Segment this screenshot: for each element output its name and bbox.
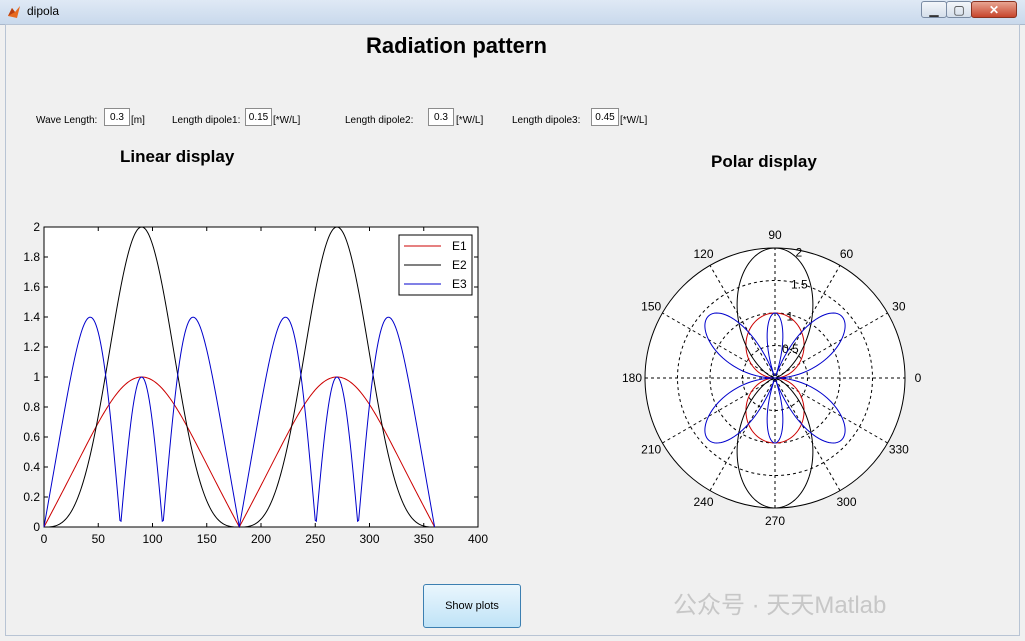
- close-icon: ✕: [988, 3, 1000, 17]
- dipole3-input[interactable]: [591, 108, 619, 126]
- dipole2-input[interactable]: [428, 108, 454, 126]
- dipole3-label: Length dipole3:: [512, 115, 581, 126]
- dipole1-label: Length dipole1:: [172, 115, 241, 126]
- polar-display-title: Polar display: [711, 152, 817, 171]
- wave-length-label: Wave Length:: [36, 115, 98, 126]
- window-titlebar: dipola ▁ ▢ ✕: [0, 0, 1025, 25]
- dipole2-unit: [*W/L]: [456, 115, 484, 126]
- dipole1-input[interactable]: [245, 108, 272, 126]
- show-plots-button[interactable]: Show plots: [423, 584, 521, 628]
- linear-display-title: Linear display: [120, 147, 235, 166]
- matlab-app-icon: [8, 6, 20, 18]
- dipole1-unit: [*W/L]: [273, 115, 301, 126]
- maximize-icon: ▢: [953, 3, 965, 17]
- close-button[interactable]: ✕: [971, 1, 1017, 18]
- minimize-icon: ▁: [929, 3, 939, 17]
- watermark: 公众号 · 天天Matlab: [673, 592, 887, 619]
- dipole2-label: Length dipole2:: [345, 115, 414, 126]
- maximize-button[interactable]: ▢: [946, 1, 972, 18]
- main-title: Radiation pattern: [366, 33, 547, 58]
- window-title: dipola: [27, 4, 60, 18]
- dipole3-unit: [*W/L]: [620, 115, 648, 126]
- minimize-button[interactable]: ▁: [921, 1, 947, 18]
- wave-length-input[interactable]: [104, 108, 130, 126]
- wave-length-unit: [m]: [131, 115, 145, 126]
